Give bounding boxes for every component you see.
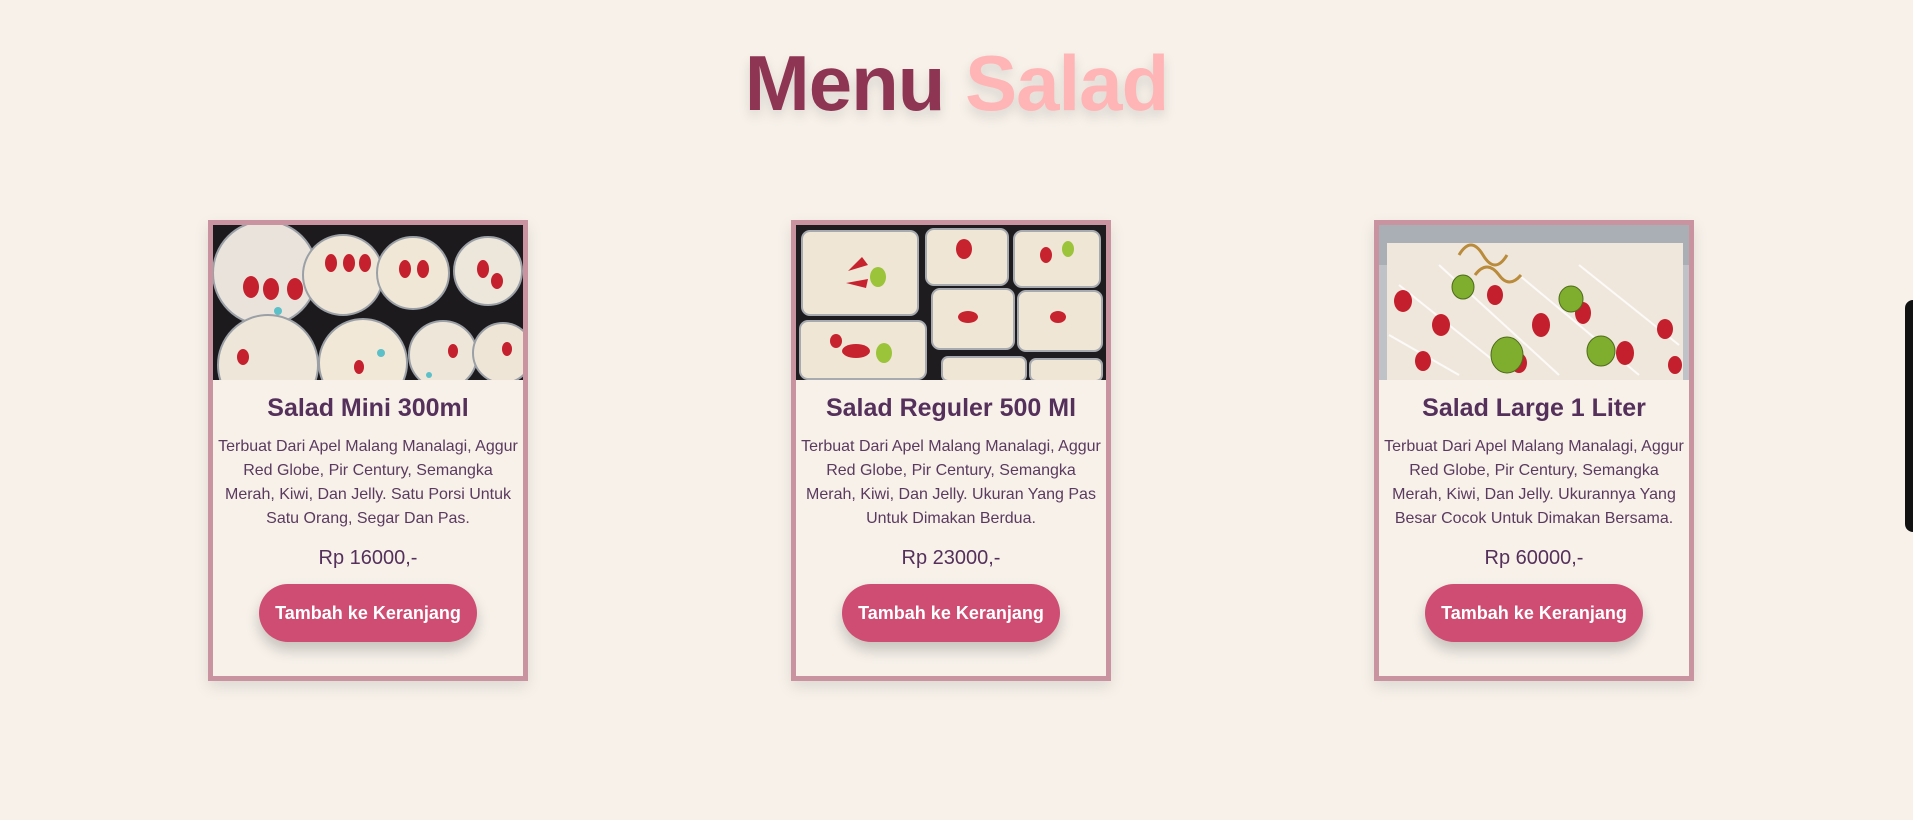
add-to-cart-button[interactable]: Tambah ke Keranjang bbox=[259, 584, 477, 642]
product-image bbox=[1379, 225, 1689, 380]
heading-word-menu: Menu bbox=[744, 39, 946, 127]
product-description: Terbuat Dari Apel Malang Manalagi, Aggur… bbox=[1384, 438, 1684, 527]
menu-card-large: Salad Large 1 Liter Terbuat Dari Apel Ma… bbox=[1374, 220, 1694, 681]
product-description: Terbuat Dari Apel Malang Manalagi, Aggur… bbox=[801, 438, 1101, 527]
add-to-cart-button[interactable]: Tambah ke Keranjang bbox=[842, 584, 1060, 642]
product-price: Rp 23000,- bbox=[901, 547, 1001, 569]
menu-card-mini: Salad Mini 300ml Terbuat Dari Apel Malan… bbox=[208, 220, 528, 681]
product-price: Rp 60000,- bbox=[1484, 547, 1584, 569]
heading-word-salad: Salad bbox=[965, 39, 1169, 127]
product-description: Terbuat Dari Apel Malang Manalagi, Aggur… bbox=[218, 438, 518, 527]
product-title: Salad Large 1 Liter bbox=[1422, 394, 1646, 422]
product-price: Rp 16000,- bbox=[318, 547, 418, 569]
product-image bbox=[796, 225, 1106, 380]
product-title: Salad Mini 300ml bbox=[267, 394, 469, 422]
page: Menu Salad Salad Mini 300ml Terbuat Dari… bbox=[0, 0, 1913, 820]
product-title: Salad Reguler 500 Ml bbox=[825, 394, 1077, 422]
side-scroll-handle[interactable] bbox=[1905, 300, 1913, 532]
add-to-cart-button[interactable]: Tambah ke Keranjang bbox=[1425, 584, 1643, 642]
menu-card-reguler: Salad Reguler 500 Ml Terbuat Dari Apel M… bbox=[791, 220, 1111, 681]
section-heading: Menu Salad bbox=[0, 38, 1913, 129]
product-image bbox=[213, 225, 523, 380]
